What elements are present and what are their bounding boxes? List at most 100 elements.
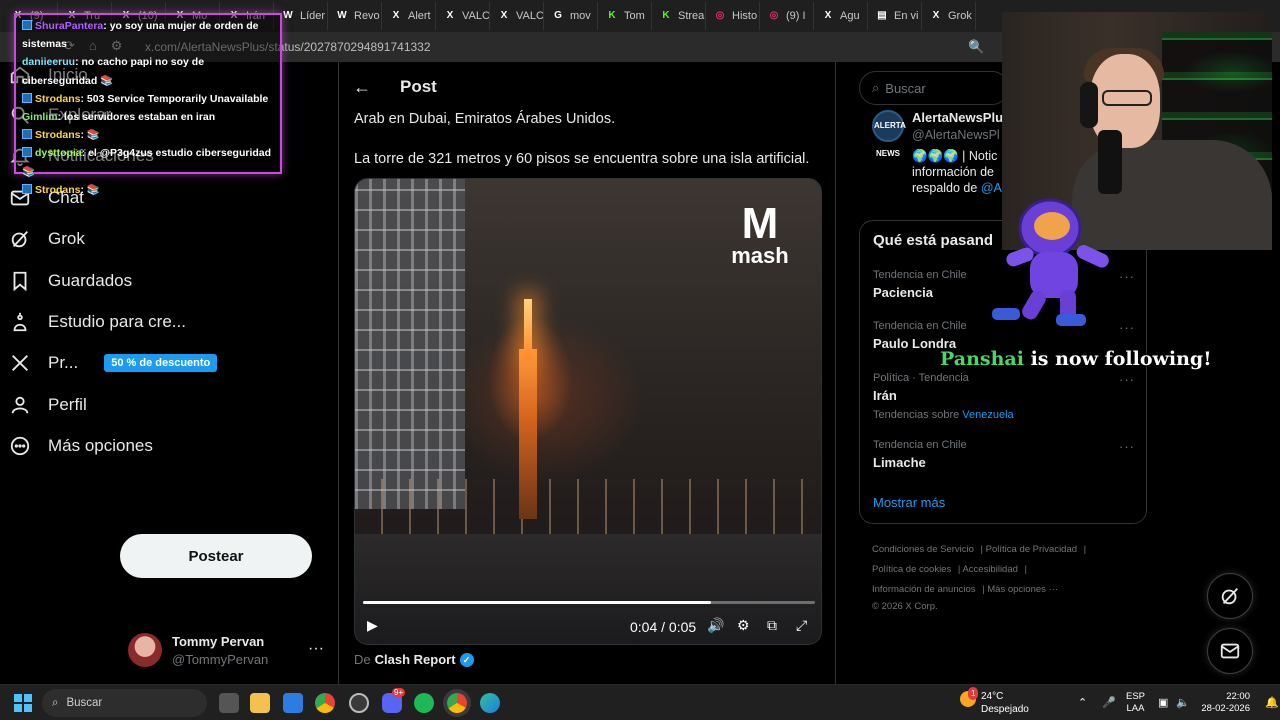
x-logo-icon: X [392,10,400,21]
x-logo-icon: X [824,10,832,21]
windows-start-icon[interactable] [14,694,32,712]
follower-name: Panshai [940,348,1024,370]
premium-discount-badge: 50 % de descuento [104,354,218,372]
browser-tab[interactable]: ◎ Histo [706,2,760,30]
obs-icon[interactable] [349,693,369,713]
chat-username: Strodans [35,183,81,196]
play-icon[interactable]: ▶ [367,617,378,634]
footer-link[interactable]: Política de cookies [872,564,951,575]
footer-link[interactable]: Más opciones ··· [987,584,1058,595]
nav-item-grok[interactable]: Grok [8,224,85,254]
trend-related-link[interactable]: Venezuela [962,409,1013,421]
account-name[interactable]: AlertaNewsPlus [912,110,1010,125]
chat-message: Strodans: 📚 [22,181,274,199]
clock[interactable]: 22:00 28-02-2026 [1198,691,1250,715]
chat-username: Strodans [35,129,81,142]
mail-icon [1220,643,1240,659]
browser-tab[interactable]: X VALC [490,2,544,30]
browser-tab-label: mov [570,10,591,22]
search-input[interactable]: ⌕ Buscar [859,71,1009,105]
chat-message: Strodans: 📚 [22,126,274,144]
video-progress-bar[interactable] [363,601,815,604]
language-indicator[interactable]: ESP LAA [1126,691,1145,715]
account-avatar: ALERTA NEWS [872,110,906,158]
user-handle: @TommyPervan [172,651,269,667]
subscriber-badge-icon [22,129,32,140]
more-circle-icon [8,434,32,458]
footer-link[interactable]: Información de anuncios [872,584,976,595]
browser-tab[interactable]: W Revo [328,2,382,30]
browser-tab[interactable]: X Grok [922,2,976,30]
browser-tab-label: En vi [894,10,919,22]
settings-gear-icon[interactable]: ⚙ [737,617,750,634]
browser-tab[interactable]: Gmov [544,2,598,30]
video-frame-tower [519,349,537,519]
zoom-icon[interactable]: 🔍 [968,39,984,55]
browser-tab[interactable]: X VALC [436,2,490,30]
chrome-active-icon[interactable] [447,693,467,713]
user-name: Tommy Pervan [172,633,265,649]
nav-item-perfil[interactable]: Perfil [8,390,87,420]
more-dots-icon[interactable]: ··· [1119,320,1135,335]
browser-tab-label: Agu [840,10,860,22]
chrome-icon[interactable] [315,693,335,713]
trend-item[interactable]: Tendencia en Chile Limache ··· [873,439,1135,470]
microphone [1098,130,1122,194]
nav-item-guardados[interactable]: Guardados [8,266,132,296]
task-view-icon[interactable] [219,693,239,713]
post-button[interactable]: Postear [120,534,312,578]
show-more-link[interactable]: Mostrar más [873,495,945,510]
fullscreen-icon[interactable]: ⤢ [796,617,807,634]
trend-item[interactable]: Política · Tendencia Irán Tendencias sobre… [873,372,1135,421]
trend-meta: Tendencia en Chile [873,439,967,451]
browser-tab[interactable]: ◎ (9) I [760,2,814,30]
pip-icon[interactable]: ⧉ [767,617,777,634]
taskbar-search[interactable]: ⌕ Buscar [42,689,207,717]
video-player[interactable]: M mash ▶ 0:04 / 0:05 🔊 ⚙ ⧉ ⤢ [354,178,822,645]
browser-tab[interactable]: X Alert [382,2,436,30]
volume-icon[interactable]: 🔈 [1176,696,1190,709]
browser-tab[interactable]: K Tom [598,2,652,30]
source-account-link[interactable]: Clash Report [375,652,456,667]
grok-icon [8,227,32,251]
outlook-icon[interactable] [283,693,303,713]
nav-item-estudio-para-cre[interactable]: Estudio para cre... [8,307,186,337]
weather-badge: 1 [968,687,979,700]
more-dots-icon[interactable]: ··· [1119,439,1135,454]
verified-badge-icon: ✓ [459,652,474,667]
browser-tab[interactable]: K Strea [652,2,706,30]
messages-fab[interactable] [1207,628,1253,674]
browser-tab[interactable]: X Agu [814,2,868,30]
nav-item-label: Grok [48,229,85,248]
volume-icon[interactable]: 🔊 [707,617,724,634]
back-arrow-icon[interactable]: ← [353,77,371,98]
subscriber-badge-icon [22,147,32,158]
microphone-icon[interactable]: 🎤 [1102,696,1116,709]
subscriber-badge-icon [22,183,32,194]
more-dots-icon[interactable]: ··· [1119,269,1135,284]
tray-chevron-up-icon[interactable]: ⌃ [1078,696,1087,709]
footer-link[interactable]: Condiciones de Servicio [872,544,974,555]
file-explorer-icon[interactable] [250,693,270,713]
x-logo-icon: X [446,10,454,21]
footer-link[interactable]: Accesibilidad [962,564,1017,575]
weather-temp: 24°C [981,691,1004,702]
network-icon[interactable]: ▣ [1158,696,1168,709]
spotify-icon[interactable] [414,693,434,713]
instagram-icon: ◎ [715,10,725,21]
footer-link[interactable]: Política de Privacidad [986,544,1077,555]
more-dots-icon[interactable]: ··· [1119,372,1135,387]
more-dots-icon[interactable]: ··· [308,640,324,658]
grok-fab[interactable] [1207,573,1253,619]
edge-icon[interactable] [480,693,500,713]
weather-desc: Despejado [981,704,1029,715]
chat-message: daniieeruu: no cacho papi no soy de cibe… [22,53,274,89]
browser-tab[interactable]: ▤ En vi [868,2,922,30]
browser-tab[interactable]: W Líder [274,2,328,30]
nav-item-label: Más opciones [48,436,153,455]
footer-links: Condiciones de Servicio | Política de Pr… [872,544,1087,612]
nav-item-más-opciones[interactable]: Más opciones [8,431,153,461]
notification-bell-icon[interactable]: 🔔 [1265,696,1279,709]
nav-item-pr[interactable]: Pr... 50 % de descuento [8,348,218,378]
account-switcher[interactable]: Tommy Pervan @TommyPervan [128,630,328,670]
